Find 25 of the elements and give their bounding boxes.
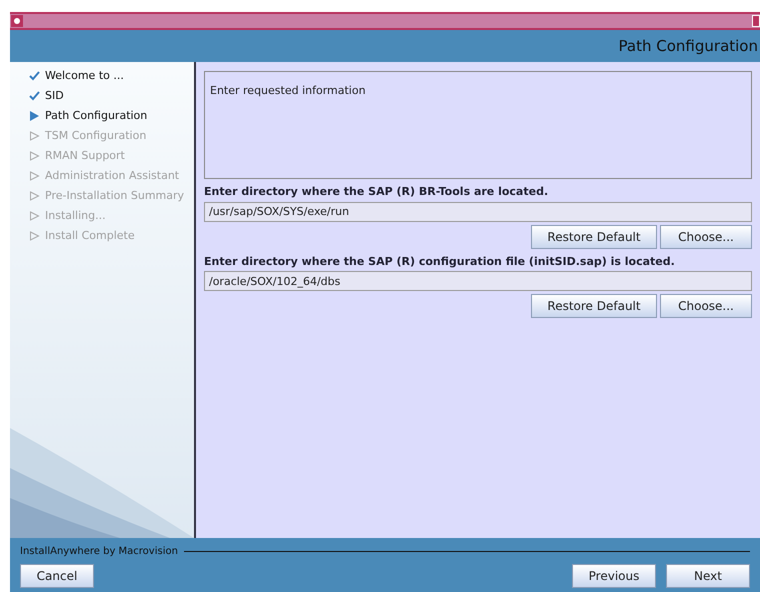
step-label: RMAN Support: [45, 148, 125, 164]
dialog-button[interactable]: Restore Default: [531, 294, 657, 318]
step-label: SID: [45, 88, 64, 104]
window-menu-icon[interactable]: [11, 15, 23, 27]
step-label: Path Configuration: [45, 108, 148, 124]
next-button[interactable]: Next: [666, 564, 750, 588]
maximize-icon[interactable]: [752, 15, 760, 27]
step-label: Administration Assistant: [45, 168, 180, 184]
step-label: Installing...: [45, 208, 106, 224]
path-field[interactable]: /oracle/SOX/102_64/dbs: [204, 271, 752, 291]
page-title: Path Configuration: [618, 36, 758, 57]
step-label: Welcome to ...: [45, 68, 124, 84]
step-label: TSM Configuration: [45, 128, 146, 144]
dialog-button[interactable]: Restore Default: [531, 224, 657, 248]
step-label: Install Complete: [45, 228, 135, 244]
step-label: Pre-Installation Summary: [45, 188, 184, 204]
field-label: Enter directory where the SAP (R) configuration file (initSID.sap) is located.: [204, 254, 676, 270]
cancel-button[interactable]: Cancel: [20, 564, 94, 588]
previous-button[interactable]: Previous: [572, 564, 656, 588]
field-label: Enter directory where the SAP (R) BR-Tools are located.: [204, 184, 550, 200]
info-text: Enter requested information: [210, 84, 366, 97]
dialog-button[interactable]: Choose...: [660, 224, 752, 248]
path-field[interactable]: /usr/sap/SOX/SYS/exe/run: [204, 202, 752, 222]
brand-label: InstallAnywhere by Macrovision: [20, 544, 178, 558]
dialog-button[interactable]: Choose...: [660, 294, 752, 318]
